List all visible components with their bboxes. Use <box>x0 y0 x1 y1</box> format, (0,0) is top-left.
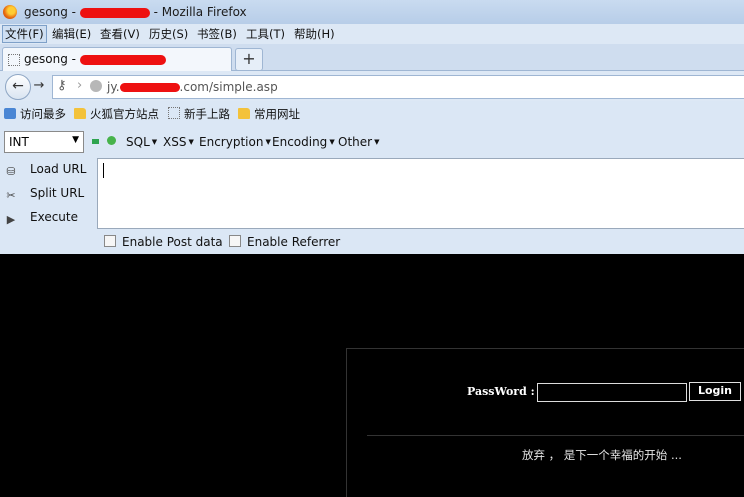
menu-tools[interactable]: 工具(T) <box>244 26 287 42</box>
text-caret <box>103 163 104 178</box>
enable-referrer-checkbox[interactable]: Enable Referrer <box>229 235 340 249</box>
hackbar-toolbar: INT ▼ SQL ▼ XSS ▼ Encryption ▼ Encoding ▼ Ot… <box>0 129 744 155</box>
chevron-down-icon: ▼ <box>265 138 271 146</box>
divider <box>367 435 744 436</box>
menu-view[interactable]: 查看(V) <box>98 26 142 42</box>
redacted-mark <box>79 7 150 18</box>
chevron-down-icon: ▼ <box>72 135 79 145</box>
password-input[interactable] <box>537 383 687 402</box>
blank-page-icon <box>168 107 180 119</box>
bookmark-getting-started[interactable]: 新手上路 <box>168 106 230 122</box>
menu-help[interactable]: 帮助(H) <box>292 26 337 42</box>
hackbar-url-textarea[interactable] <box>97 158 744 229</box>
navigation-bar: ← → ⚷ › jy. .com/simple.asp <box>0 71 744 101</box>
login-panel: PassWord : Login 放弃 ， 是下一个幸福的开始 ... <box>346 348 744 497</box>
menu-file[interactable]: 文件(F) <box>2 25 47 43</box>
checkbox-box[interactable] <box>104 235 116 247</box>
menu-bookmarks[interactable]: 书签(B) <box>195 26 239 42</box>
hackbar-menu-encoding[interactable]: Encoding ▼ <box>272 135 335 149</box>
enable-post-data-checkbox[interactable]: Enable Post data <box>104 235 223 249</box>
arrow-right-icon: → <box>33 78 45 93</box>
globe-icon <box>90 80 102 92</box>
execute-button[interactable]: ▶ Execute <box>4 210 78 227</box>
url-text[interactable]: jy. .com/simple.asp <box>107 80 278 94</box>
blank-page-icon <box>8 54 20 66</box>
chevron-down-icon: ▼ <box>329 138 335 146</box>
most-visited-icon <box>4 108 16 119</box>
title-bar: gesong - - Mozilla Firefox <box>0 0 744 24</box>
key-icon[interactable]: ⚷ <box>57 78 67 93</box>
back-button[interactable]: ← <box>5 74 31 100</box>
chevron-down-icon: ▼ <box>374 138 380 146</box>
bookmark-common-sites[interactable]: 常用网址 <box>238 106 300 122</box>
bookmark-most-visited[interactable]: 访问最多 <box>4 106 66 122</box>
checkbox-box[interactable] <box>229 235 241 247</box>
new-tab-button[interactable]: + <box>235 48 263 71</box>
forward-button[interactable]: → <box>30 77 48 95</box>
folder-icon <box>74 108 86 119</box>
bookmark-firefox-official[interactable]: 火狐官方站点 <box>74 106 159 122</box>
menu-history[interactable]: 历史(S) <box>147 26 190 42</box>
hackbar-actions: ⛁ Load URL ✂ Split URL ▶ Execute <box>0 158 96 254</box>
hackbar-menu-xss[interactable]: XSS ▼ <box>163 135 194 149</box>
scissors-icon: ✂ <box>6 189 16 202</box>
url-bar[interactable]: ⚷ › jy. .com/simple.asp <box>52 75 744 99</box>
tab-bar: gesong - + <box>0 44 744 71</box>
hackbar-menu-sql[interactable]: SQL ▼ <box>126 135 157 149</box>
menu-edit[interactable]: 编辑(E) <box>50 26 93 42</box>
login-button[interactable]: Login <box>689 382 741 401</box>
folder-icon <box>238 108 250 119</box>
redacted-mark <box>79 54 166 65</box>
bookmarks-bar: 访问最多 火狐官方站点 新手上路 常用网址 <box>0 103 744 125</box>
chevron-right-icon: › <box>77 78 83 93</box>
chevron-down-icon: ▼ <box>151 138 158 146</box>
browser-chrome: gesong - - Mozilla Firefox 文件(F) 编辑(E) 查… <box>0 0 744 254</box>
increment-icon[interactable] <box>107 136 116 145</box>
page-content: PassWord : Login 放弃 ， 是下一个幸福的开始 ... <box>0 254 744 497</box>
tab-label: gesong - <box>24 52 166 66</box>
slogan-text: 放弃 ， 是下一个幸福的开始 ... <box>522 448 682 462</box>
redacted-mark <box>119 83 180 92</box>
window-title: gesong - - Mozilla Firefox <box>24 5 247 19</box>
password-label: PassWord : <box>467 385 535 398</box>
firefox-logo-icon <box>3 5 17 19</box>
chevron-down-icon: ▼ <box>188 138 194 146</box>
arrow-left-icon: ← <box>12 78 24 94</box>
tab-current[interactable]: gesong - <box>2 47 232 71</box>
load-url-button[interactable]: ⛁ Load URL <box>4 162 86 179</box>
hackbar-menu-encryption[interactable]: Encryption ▼ <box>199 135 271 149</box>
int-select[interactable]: INT ▼ <box>4 131 84 153</box>
decrement-icon[interactable] <box>92 139 99 144</box>
menu-bar: 文件(F) 编辑(E) 查看(V) 历史(S) 书签(B) 工具(T) 帮助(H… <box>0 24 744 44</box>
play-icon: ▶ <box>6 213 16 226</box>
hackbar-menu-other[interactable]: Other ▼ <box>338 135 379 149</box>
split-url-button[interactable]: ✂ Split URL <box>4 186 84 203</box>
load-url-icon: ⛁ <box>6 165 16 178</box>
